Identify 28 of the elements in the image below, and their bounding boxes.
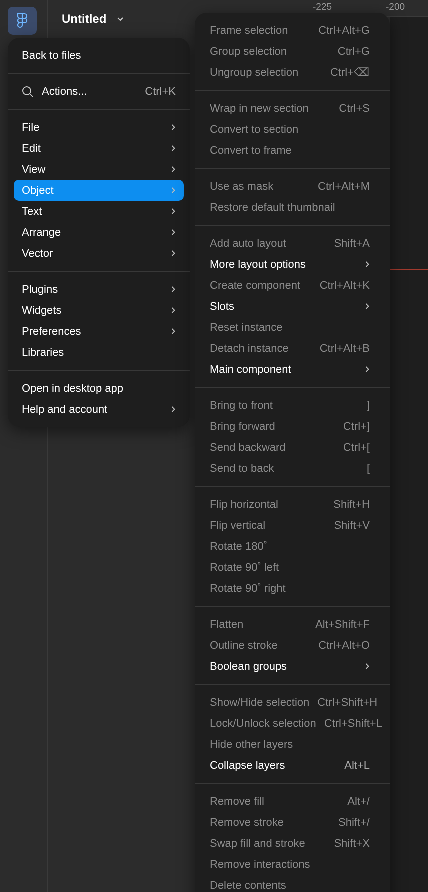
- menu-item[interactable]: Libraries: [14, 342, 184, 363]
- search-icon: [22, 86, 34, 98]
- menu-item[interactable]: Preferences: [14, 321, 184, 342]
- menu-item[interactable]: Vector: [14, 243, 184, 264]
- app-logo-icon: [17, 13, 28, 29]
- menu-item[interactable]: Edit: [14, 138, 184, 159]
- menu-item[interactable]: Arrange: [14, 222, 184, 243]
- menu-item[interactable]: Open in desktop app: [14, 378, 184, 399]
- menu-item[interactable]: More layout options: [201, 254, 384, 275]
- menu-item[interactable]: File: [14, 117, 184, 138]
- menu-item[interactable]: Actions... Ctrl+K: [14, 81, 184, 102]
- ruler-label: -225: [313, 2, 332, 13]
- menu-item[interactable]: Text: [14, 201, 184, 222]
- menu-item[interactable]: View: [14, 159, 184, 180]
- menu-item[interactable]: Plugins: [14, 279, 184, 300]
- menu-item[interactable]: Collapse layers Alt+L: [201, 755, 384, 776]
- menu-item[interactable]: Object: [14, 180, 184, 201]
- menu-item[interactable]: Help and account: [14, 399, 184, 420]
- menu-item[interactable]: Widgets: [14, 300, 184, 321]
- menu-item[interactable]: Back to files: [14, 45, 184, 66]
- caret-icon[interactable]: [116, 16, 124, 22]
- main-menu-button[interactable]: [8, 7, 37, 35]
- menu-item[interactable]: Slots: [201, 296, 384, 317]
- ruler-label: -200: [386, 2, 406, 13]
- file-title[interactable]: Untitled: [62, 12, 107, 26]
- guide-line: [390, 269, 428, 270]
- menu-item[interactable]: Boolean groups: [201, 656, 384, 677]
- menu-item[interactable]: Main component: [201, 359, 384, 380]
